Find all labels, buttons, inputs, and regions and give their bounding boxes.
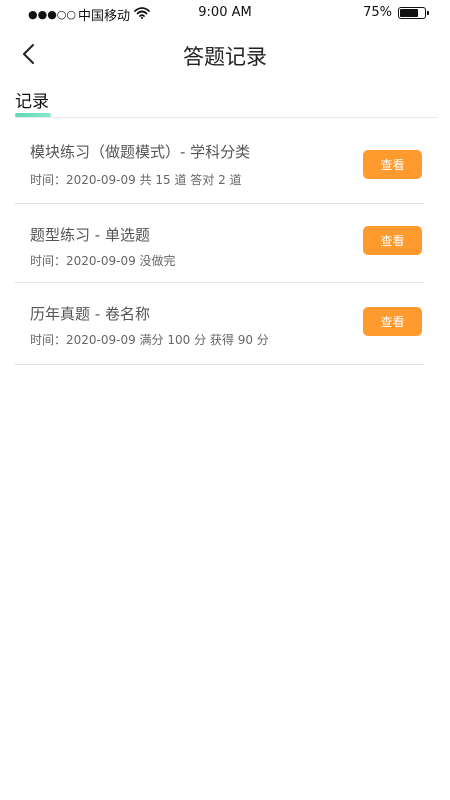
view-button[interactable]: 查看 xyxy=(363,150,422,179)
record-list: 模块练习（做题模式）- 学科分类 时间：2020-09-09 共 15 道 答对… xyxy=(14,120,424,365)
list-item: 模块练习（做题模式）- 学科分类 时间：2020-09-09 共 15 道 答对… xyxy=(14,120,424,204)
list-item: 历年真题 - 卷名称 时间：2020-09-09 满分 100 分 获得 90 … xyxy=(14,283,424,365)
record-meta: 时间：2020-09-09 满分 100 分 获得 90 分 xyxy=(30,333,269,347)
battery-icon xyxy=(398,6,429,19)
tabs-divider xyxy=(14,117,438,118)
view-button[interactable]: 查看 xyxy=(363,226,422,255)
status-right: 75% xyxy=(363,5,429,20)
record-title: 模块练习（做题模式）- 学科分类 xyxy=(30,143,251,161)
tab-record[interactable]: 记录 xyxy=(15,87,49,112)
list-item: 题型练习 - 单选题 时间：2020-09-09 没做完 查看 xyxy=(14,204,424,283)
battery-percent: 75% xyxy=(363,5,392,20)
tab-bar: 记录 xyxy=(0,84,450,118)
record-meta: 时间：2020-09-09 共 15 道 答对 2 道 xyxy=(30,173,242,187)
page-title: 答题记录 xyxy=(183,45,267,69)
view-button[interactable]: 查看 xyxy=(363,307,422,336)
record-meta: 时间：2020-09-09 没做完 xyxy=(30,254,176,268)
record-title: 历年真题 - 卷名称 xyxy=(30,305,150,323)
nav-bar: 答题记录 xyxy=(0,30,450,78)
record-title: 题型练习 - 单选题 xyxy=(30,226,150,244)
battery-fill xyxy=(400,8,418,17)
battery-cap xyxy=(427,10,429,15)
status-bar: ●●●○○ 中国移动 9:00 AM 75% xyxy=(0,0,450,28)
